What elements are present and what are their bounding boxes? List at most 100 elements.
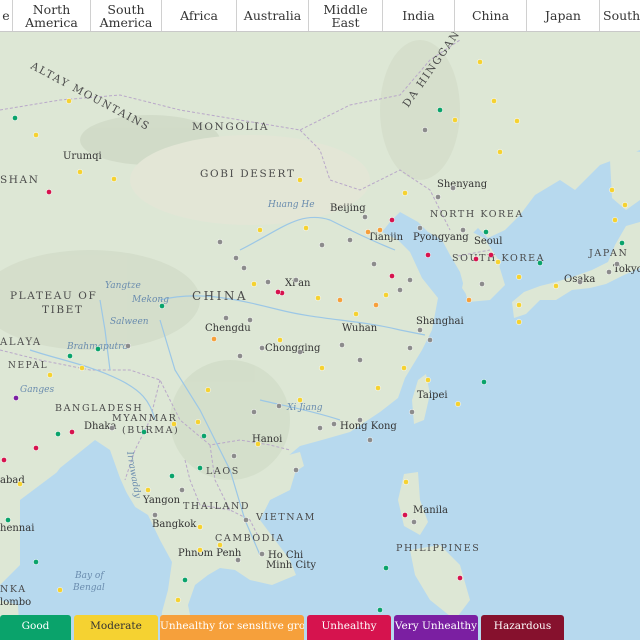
tab-north-america[interactable]: North America <box>13 0 91 31</box>
station-marker[interactable] <box>265 279 271 285</box>
station-marker[interactable] <box>483 229 489 235</box>
station-marker[interactable] <box>109 425 115 431</box>
station-marker[interactable] <box>195 419 201 425</box>
station-marker[interactable] <box>171 421 177 427</box>
station-marker[interactable] <box>303 225 309 231</box>
station-marker[interactable] <box>241 265 247 271</box>
station-marker[interactable] <box>211 336 217 342</box>
station-marker[interactable] <box>609 187 615 193</box>
station-marker[interactable] <box>297 397 303 403</box>
station-marker[interactable] <box>389 217 395 223</box>
station-marker[interactable] <box>293 277 299 283</box>
station-marker[interactable] <box>46 189 52 195</box>
station-marker[interactable] <box>293 467 299 473</box>
station-marker[interactable] <box>111 176 117 182</box>
station-marker[interactable] <box>297 349 303 355</box>
station-marker[interactable] <box>457 575 463 581</box>
station-marker[interactable] <box>495 259 501 265</box>
station-marker[interactable] <box>466 297 472 303</box>
station-marker[interactable] <box>95 346 101 352</box>
station-marker[interactable] <box>201 433 207 439</box>
station-marker[interactable] <box>407 345 413 351</box>
station-marker[interactable] <box>13 395 19 401</box>
station-marker[interactable] <box>243 517 249 523</box>
station-marker[interactable] <box>417 225 423 231</box>
station-marker[interactable] <box>612 217 618 223</box>
station-marker[interactable] <box>57 587 63 593</box>
station-marker[interactable] <box>383 565 389 571</box>
station-marker[interactable] <box>275 289 281 295</box>
tab-south-america[interactable]: South America <box>91 0 162 31</box>
station-marker[interactable] <box>375 385 381 391</box>
station-marker[interactable] <box>353 311 359 317</box>
station-marker[interactable] <box>169 473 175 479</box>
station-marker[interactable] <box>606 269 612 275</box>
station-marker[interactable] <box>357 417 363 423</box>
station-marker[interactable] <box>377 227 383 233</box>
tab-australia[interactable]: Australia <box>237 0 309 31</box>
station-marker[interactable] <box>66 98 72 104</box>
station-marker[interactable] <box>435 194 441 200</box>
station-marker[interactable] <box>427 337 433 343</box>
station-marker[interactable] <box>553 283 559 289</box>
station-marker[interactable] <box>477 59 483 65</box>
station-marker[interactable] <box>407 277 413 283</box>
station-marker[interactable] <box>450 185 456 191</box>
tab-japan[interactable]: Japan <box>527 0 600 31</box>
station-marker[interactable] <box>452 117 458 123</box>
station-marker[interactable] <box>47 372 53 378</box>
station-marker[interactable] <box>5 517 11 523</box>
station-marker[interactable] <box>79 365 85 371</box>
station-marker[interactable] <box>473 256 479 262</box>
station-marker[interactable] <box>1 457 7 463</box>
station-marker[interactable] <box>402 512 408 518</box>
station-marker[interactable] <box>175 597 181 603</box>
station-marker[interactable] <box>319 365 325 371</box>
station-marker[interactable] <box>255 441 261 447</box>
station-marker[interactable] <box>69 429 75 435</box>
station-marker[interactable] <box>297 177 303 183</box>
station-marker[interactable] <box>152 512 158 518</box>
station-marker[interactable] <box>231 453 237 459</box>
tab-south-korea[interactable]: South K <box>600 0 640 31</box>
station-marker[interactable] <box>237 353 243 359</box>
station-marker[interactable] <box>347 237 353 243</box>
station-marker[interactable] <box>397 287 403 293</box>
station-marker[interactable] <box>479 281 485 287</box>
station-marker[interactable] <box>403 479 409 485</box>
station-marker[interactable] <box>17 481 23 487</box>
station-marker[interactable] <box>33 445 39 451</box>
station-marker[interactable] <box>425 377 431 383</box>
station-marker[interactable] <box>179 487 185 493</box>
station-marker[interactable] <box>12 115 18 121</box>
station-marker[interactable] <box>159 303 165 309</box>
station-marker[interactable] <box>67 353 73 359</box>
station-marker[interactable] <box>516 302 522 308</box>
station-marker[interactable] <box>197 465 203 471</box>
station-marker[interactable] <box>383 292 389 298</box>
station-marker[interactable] <box>145 487 151 493</box>
station-marker[interactable] <box>259 345 265 351</box>
station-marker[interactable] <box>497 149 503 155</box>
station-marker[interactable] <box>365 229 371 235</box>
station-marker[interactable] <box>33 132 39 138</box>
station-marker[interactable] <box>259 551 265 557</box>
station-marker[interactable] <box>235 557 241 563</box>
station-marker[interactable] <box>417 327 423 333</box>
station-marker[interactable] <box>319 242 325 248</box>
station-marker[interactable] <box>402 190 408 196</box>
station-marker[interactable] <box>614 261 620 267</box>
station-marker[interactable] <box>217 542 223 548</box>
station-marker[interactable] <box>389 273 395 279</box>
station-marker[interactable] <box>516 274 522 280</box>
tab-india[interactable]: India <box>383 0 455 31</box>
station-marker[interactable] <box>317 425 323 431</box>
station-marker[interactable] <box>337 297 343 303</box>
station-marker[interactable] <box>619 240 625 246</box>
station-marker[interactable] <box>251 409 257 415</box>
station-marker[interactable] <box>125 343 131 349</box>
station-marker[interactable] <box>422 127 428 133</box>
station-marker[interactable] <box>197 547 203 553</box>
station-marker[interactable] <box>488 252 494 258</box>
station-marker[interactable] <box>425 252 431 258</box>
